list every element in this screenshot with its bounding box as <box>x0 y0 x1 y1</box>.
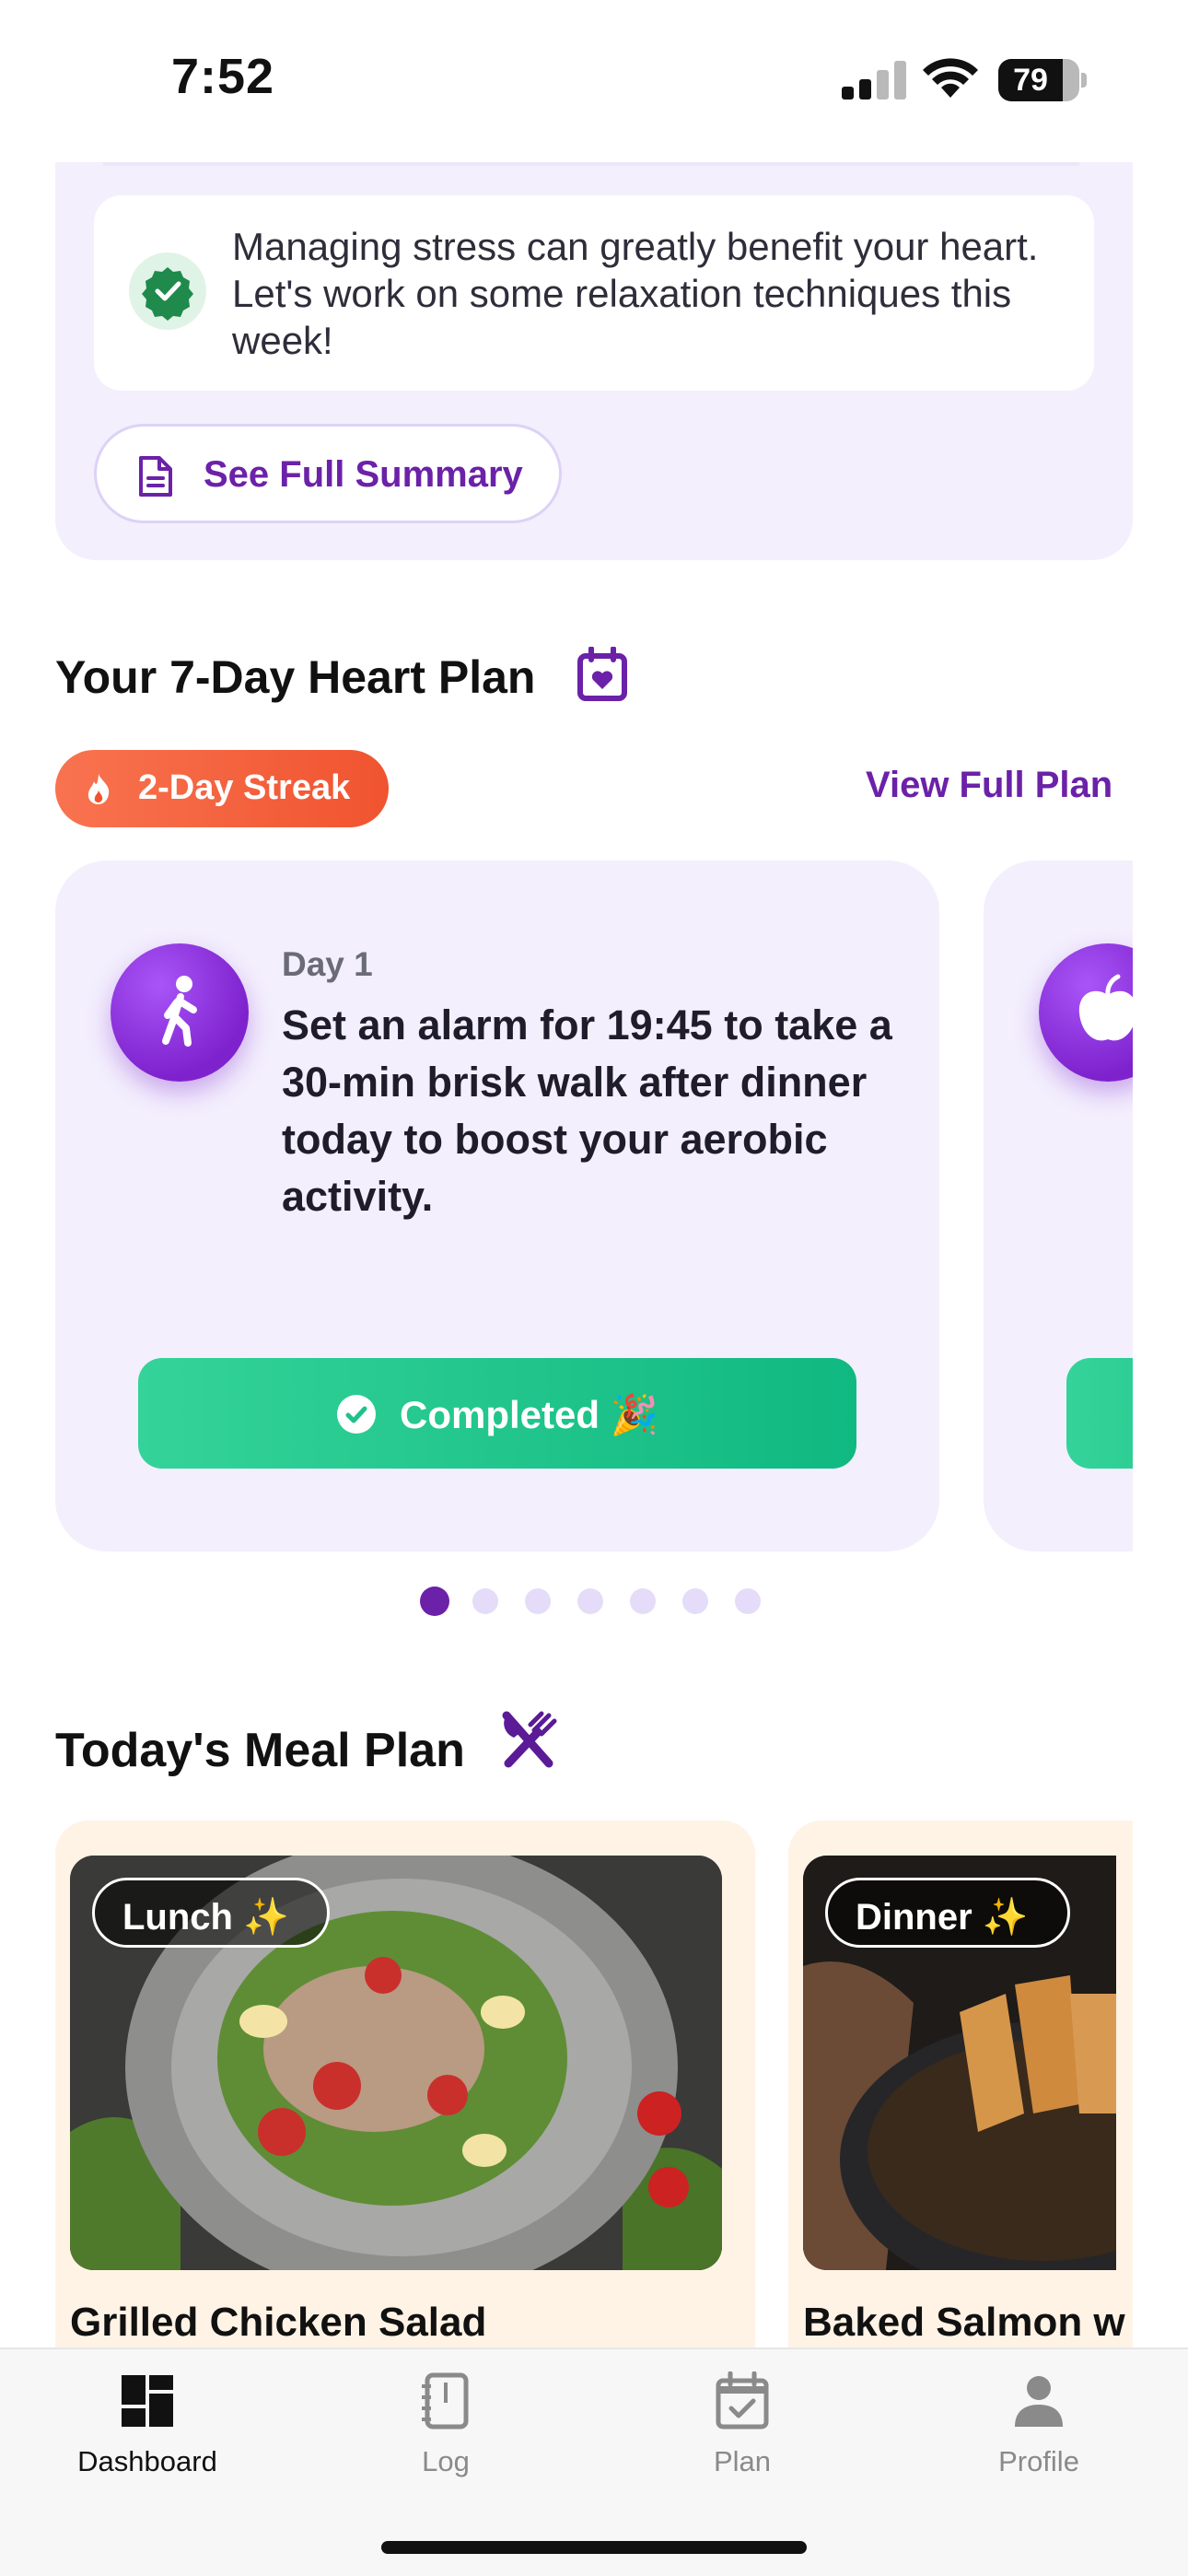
pagination-dot[interactable] <box>630 1588 656 1614</box>
status-time: 7:52 <box>171 49 275 104</box>
meal-tag-label: Dinner ✨ <box>856 1897 1029 1938</box>
calendar-check-icon <box>716 2371 769 2430</box>
document-icon <box>139 456 172 497</box>
notebook-icon <box>422 2372 469 2430</box>
tab-label: Log <box>422 2445 470 2477</box>
pagination-dot[interactable] <box>682 1588 708 1614</box>
tab-dashboard[interactable]: Dashboard <box>46 2371 249 2500</box>
day-plan-card-next[interactable] <box>984 861 1133 1551</box>
battery-indicator: 79 <box>998 59 1087 101</box>
day-label: Day 1 <box>282 945 373 983</box>
pagination-dot[interactable] <box>420 1587 449 1616</box>
streak-badge: 2-Day Streak <box>55 750 389 827</box>
plan-pagination <box>420 1585 788 1616</box>
tab-label: Dashboard <box>77 2445 217 2477</box>
pagination-dot[interactable] <box>525 1588 551 1614</box>
meal-tag: Lunch ✨ <box>92 1878 330 1948</box>
summary-divider <box>103 162 1079 166</box>
apple-icon <box>1039 943 1133 1082</box>
tab-label: Profile <box>998 2445 1079 2477</box>
pagination-dot[interactable] <box>577 1588 603 1614</box>
fork-knife-icon <box>502 1711 557 1768</box>
meal-card-lunch[interactable]: Lunch ✨ Grilled Chicken Salad <box>55 1821 755 2392</box>
status-bar: 7:52 79 <box>0 0 1188 162</box>
pagination-dot[interactable] <box>472 1588 498 1614</box>
meal-tag-label: Lunch ✨ <box>122 1897 289 1938</box>
day-plan-card[interactable]: Day 1 Set an alarm for 19:45 to take a 3… <box>55 861 939 1551</box>
meal-tag: Dinner ✨ <box>825 1878 1070 1948</box>
meal-section-title: Today's Meal Plan <box>55 1724 465 1777</box>
meal-photo: Dinner ✨ <box>803 1856 1116 2270</box>
walking-person-icon <box>111 943 249 1082</box>
meal-name: Baked Salmon w <box>803 2300 1125 2345</box>
completed-button-next[interactable] <box>1066 1358 1133 1469</box>
tab-label: Plan <box>713 2445 772 2477</box>
calendar-heart-icon <box>577 647 627 701</box>
flame-icon <box>87 774 110 804</box>
home-indicator <box>381 2541 807 2554</box>
insight-tip-text: Managing stress can greatly benefit your… <box>232 225 1039 362</box>
check-circle-icon <box>337 1395 376 1434</box>
dashboard-icon <box>122 2375 173 2427</box>
carousel-edge <box>1133 829 1188 1585</box>
wifi-icon <box>923 58 978 98</box>
completed-label: Completed 🎉 <box>400 1393 658 1436</box>
tab-profile[interactable]: Profile <box>938 2371 1140 2500</box>
insight-tip-box: Managing stress can greatly benefit your… <box>94 195 1094 391</box>
streak-label: 2-Day Streak <box>138 768 351 807</box>
battery-level: 79 <box>1013 63 1048 98</box>
meal-name: Grilled Chicken Salad <box>70 2300 487 2345</box>
verified-badge-icon <box>129 252 206 330</box>
day-task-text: Set an alarm for 19:45 to take a 30-min … <box>282 1001 892 1220</box>
tab-plan[interactable]: Plan <box>641 2371 844 2500</box>
completed-button[interactable]: Completed 🎉 <box>138 1358 856 1469</box>
plan-section-title: Your 7-Day Heart Plan <box>55 651 536 703</box>
meal-photo: Lunch ✨ <box>70 1856 722 2270</box>
tab-log[interactable]: Log <box>344 2371 547 2500</box>
person-icon <box>1015 2376 1063 2427</box>
signal-icon <box>842 61 906 100</box>
view-full-plan-link[interactable]: View Full Plan <box>866 765 1112 806</box>
pagination-dot[interactable] <box>735 1588 761 1614</box>
see-full-summary-button[interactable]: See Full Summary <box>94 424 562 523</box>
meal-card-dinner[interactable]: Dinner ✨ Baked Salmon w <box>788 1821 1133 2392</box>
see-full-summary-label: See Full Summary <box>204 454 523 495</box>
